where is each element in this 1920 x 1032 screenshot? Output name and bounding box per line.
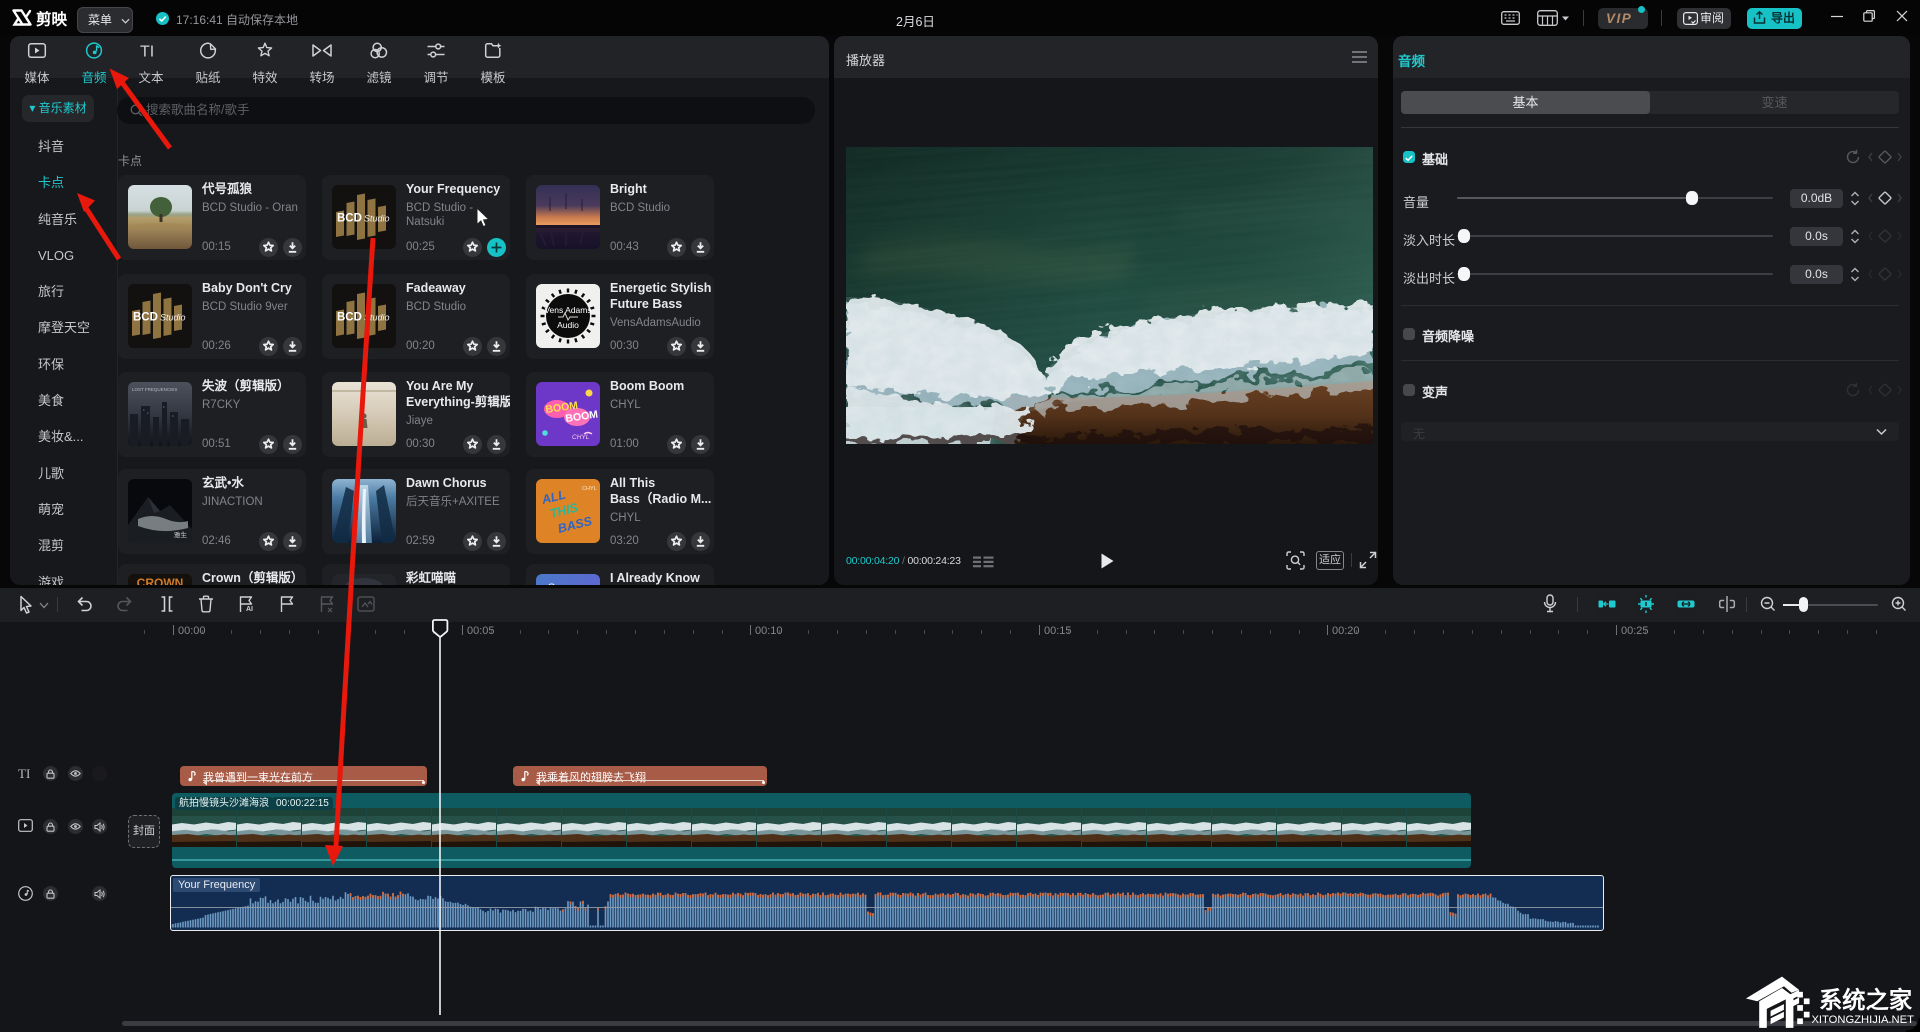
svg-text:Studio: Studio: [364, 313, 390, 323]
svg-text:BCD: BCD: [337, 312, 362, 324]
svg-text:XITONGZHIJIA.NET: XITONGZHIJIA.NET: [1811, 1014, 1914, 1026]
svg-text:AI: AI: [246, 606, 253, 613]
svg-text:Audio: Audio: [557, 320, 579, 330]
svg-text:剪映: 剪映: [36, 10, 68, 29]
svg-text:CROWN: CROWN: [137, 576, 184, 585]
svg-text:BCD: BCD: [337, 213, 362, 225]
svg-text:LOST FREQUENCIES: LOST FREQUENCIES: [132, 387, 177, 392]
svg-text:Studio: Studio: [364, 214, 390, 224]
svg-text:Studio: Studio: [160, 313, 186, 323]
svg-text:BCD: BCD: [133, 312, 158, 324]
svg-text:CHYL: CHYL: [572, 434, 590, 441]
svg-text:VIP: VIP: [1606, 11, 1632, 25]
svg-text:Summer: Summer: [547, 582, 590, 585]
svg-text:CHYL: CHYL: [582, 486, 597, 492]
svg-text:TI: TI: [140, 44, 154, 60]
svg-text:Vens Adams: Vens Adams: [544, 305, 591, 315]
svg-text:系统之家: 系统之家: [1819, 987, 1913, 1013]
svg-text:雅生: 雅生: [174, 530, 188, 539]
